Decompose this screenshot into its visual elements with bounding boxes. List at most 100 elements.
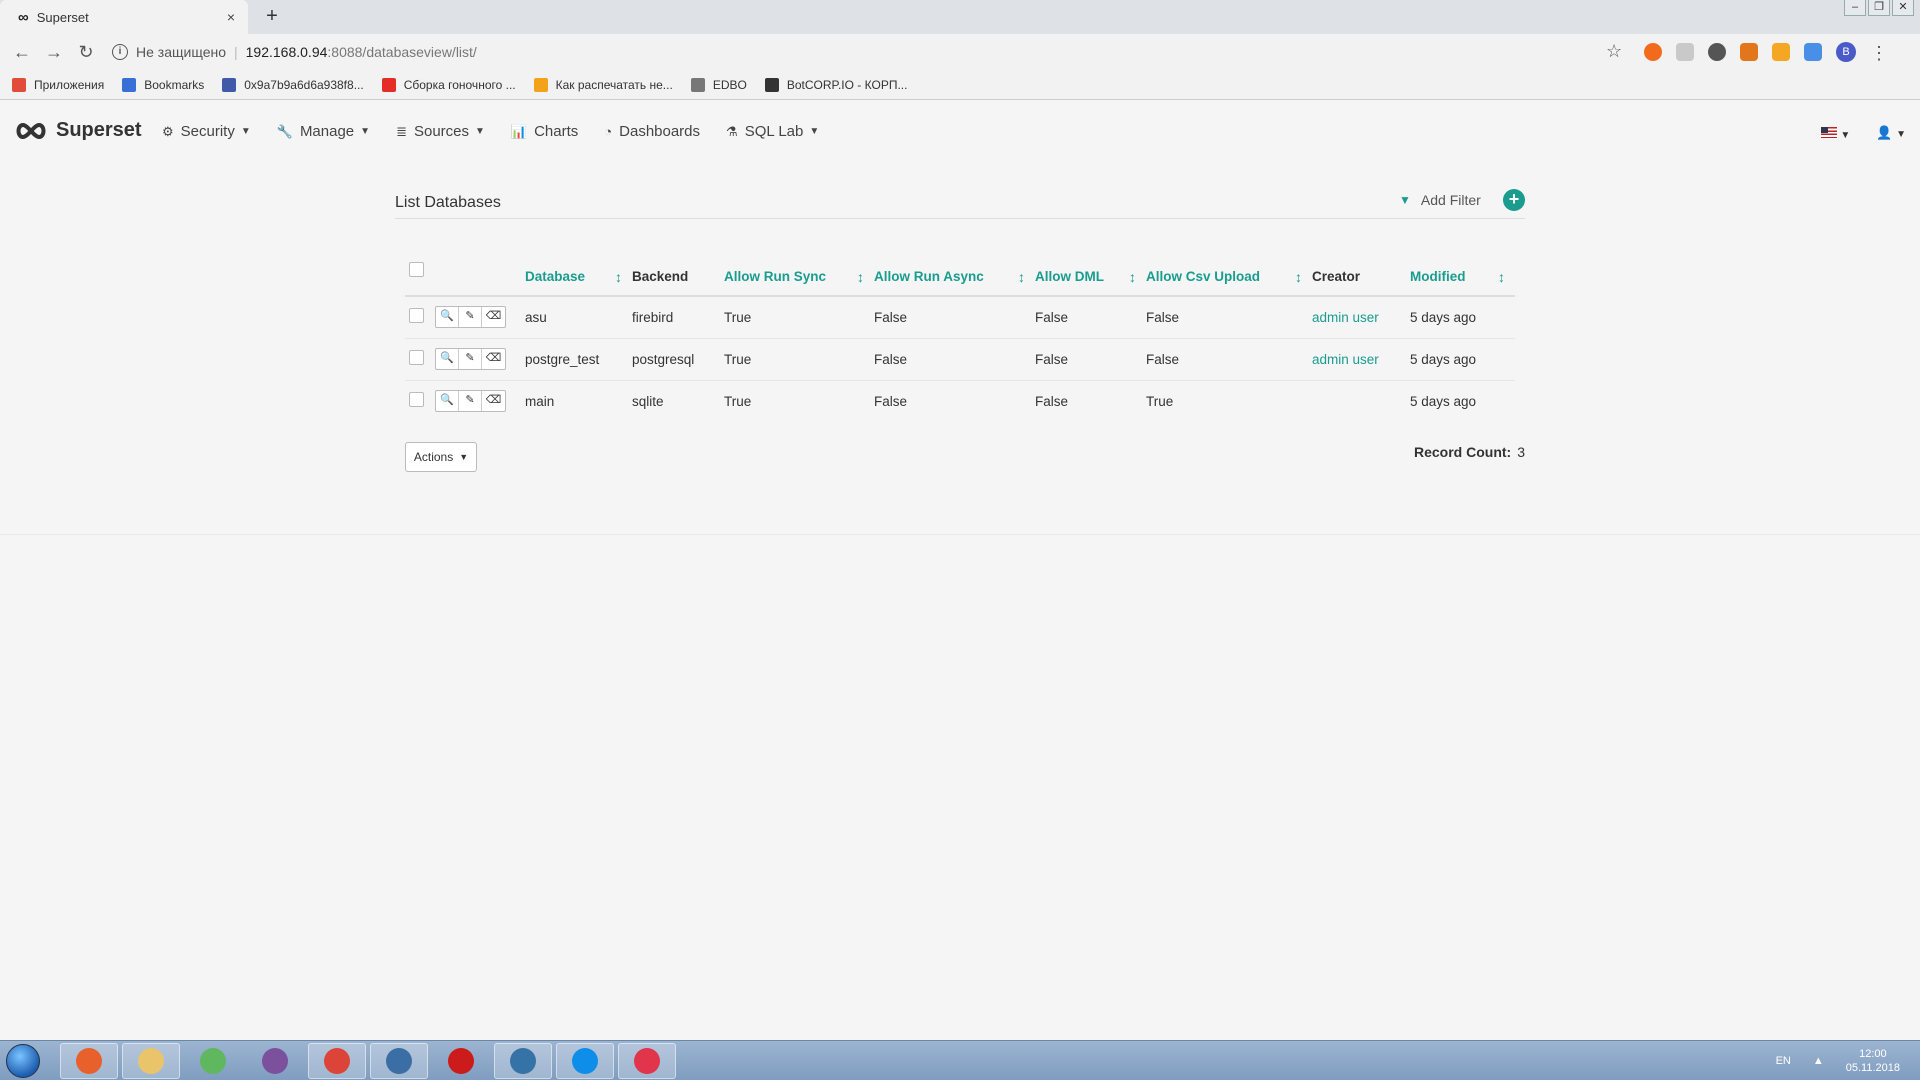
- start-button[interactable]: [6, 1044, 40, 1078]
- taskbar-app-teamviewer[interactable]: [556, 1043, 614, 1079]
- page-icon: [690, 77, 705, 92]
- cell-allow-run-async: False: [874, 393, 908, 409]
- close-window-button[interactable]: ✕: [1892, 0, 1914, 16]
- sort-icon[interactable]: ↕: [615, 269, 622, 285]
- language-indicator[interactable]: EN: [1776, 1055, 1791, 1067]
- bookmark-item[interactable]: BotCORP.IO - КОРП...: [764, 77, 907, 92]
- delete-record-eraser-icon[interactable]: ⌫: [482, 391, 505, 411]
- menu-dashboards[interactable]: ◔ Dashboards: [604, 123, 700, 140]
- tab-close-button[interactable]: ×: [220, 9, 242, 25]
- new-tab-button[interactable]: +: [260, 5, 284, 29]
- column-header-allow-csv-upload[interactable]: Allow Csv Upload ↕: [1146, 258, 1312, 297]
- column-header-allow-dml[interactable]: Allow DML ↕: [1035, 258, 1146, 297]
- extension-chart-icon[interactable]: [1772, 43, 1790, 61]
- edit-record-icon[interactable]: ✎: [459, 391, 482, 412]
- bookmark-item[interactable]: Приложения: [12, 77, 104, 92]
- edit-record-icon[interactable]: ✎: [459, 349, 482, 369]
- row-checkbox[interactable]: [409, 392, 424, 408]
- show-record-search-icon[interactable]: 🔍: [436, 307, 459, 328]
- bookmark-label: Сборка гоночного ...: [403, 77, 516, 92]
- taskbar-app-opera[interactable]: [432, 1043, 490, 1079]
- language-selector[interactable]: ▼: [1820, 126, 1850, 141]
- taskbar-app-python[interactable]: [494, 1043, 552, 1079]
- taskbar-app-chrome[interactable]: [308, 1043, 366, 1079]
- bot-icon: [764, 77, 779, 92]
- extension-blue-icon[interactable]: [1804, 43, 1822, 61]
- back-arrow-icon[interactable]: ←: [6, 42, 38, 63]
- browser-tab[interactable]: ∞ Superset ×: [0, 0, 248, 34]
- bookmark-star-icon[interactable]: ☆: [1606, 41, 1622, 62]
- sort-icon[interactable]: ↕: [1129, 269, 1136, 285]
- extension-grey-icon[interactable]: [1676, 43, 1694, 61]
- taskbar-app-file-explorer[interactable]: [122, 1043, 180, 1079]
- column-header-allow-run-async[interactable]: Allow Run Async ↕: [874, 258, 1035, 297]
- show-record-search-icon[interactable]: 🔍: [436, 391, 459, 412]
- column-label: Allow DML: [1035, 268, 1104, 284]
- delete-record-eraser-icon[interactable]: ⌫: [482, 349, 505, 369]
- wrench-icon: 🔧: [276, 123, 293, 139]
- menu-label: SQL Lab: [744, 123, 804, 140]
- sort-icon[interactable]: ↕: [857, 269, 864, 285]
- column-header-database[interactable]: Database ↕: [525, 258, 632, 297]
- list-databases-panel: List Databases ▼ Add Filter + Database ↕ …: [395, 186, 1525, 486]
- column-label: Allow Run Async: [874, 268, 984, 284]
- extension-icons: B ⋮: [1644, 42, 1888, 63]
- tray-expand-icon[interactable]: ▲: [1813, 1055, 1824, 1067]
- cell-allow-csv-upload: False: [1146, 338, 1312, 381]
- select-all-checkbox[interactable]: [409, 262, 424, 277]
- sort-icon[interactable]: ↕: [1295, 269, 1302, 285]
- apps-grid-icon: [12, 77, 26, 92]
- taskbar-app-viber[interactable]: [246, 1043, 304, 1079]
- cogs-icon: ⚙: [162, 123, 174, 139]
- cell-allow-dml: False: [1035, 338, 1146, 381]
- extension-sync-icon[interactable]: [1708, 43, 1726, 61]
- bookmark-item[interactable]: EDBO: [690, 77, 747, 92]
- show-record-search-icon[interactable]: 🔍: [436, 349, 459, 369]
- add-record-button[interactable]: +: [1503, 189, 1525, 211]
- taskbar-app-firefox[interactable]: [60, 1043, 118, 1079]
- column-header-modified[interactable]: Modified ↕: [1410, 258, 1515, 297]
- taskbar-app-remote-desktop[interactable]: [370, 1043, 428, 1079]
- menu-security[interactable]: ⚙ Security ▼: [162, 123, 251, 140]
- user-menu[interactable]: 👤 ▼: [1876, 125, 1906, 141]
- extension-metamask-icon[interactable]: [1740, 43, 1758, 61]
- reload-icon[interactable]: ↻: [70, 42, 102, 63]
- cell-creator[interactable]: [1312, 380, 1410, 422]
- bar-chart-icon: 📊: [510, 123, 528, 139]
- clock[interactable]: 12:00 05.11.2018: [1846, 1047, 1900, 1075]
- menu-sources[interactable]: ≣ Sources ▼: [396, 123, 485, 140]
- bookmark-item[interactable]: Как распечатать не...: [533, 77, 673, 92]
- edit-record-icon[interactable]: ✎: [459, 307, 482, 328]
- cell-creator[interactable]: admin user: [1312, 338, 1410, 381]
- minimize-button[interactable]: –: [1844, 0, 1866, 16]
- menu-charts[interactable]: 📊 Charts: [511, 123, 578, 140]
- browser-menu-icon[interactable]: ⋮: [1870, 43, 1888, 63]
- menu-manage[interactable]: 🔧 Manage ▼: [277, 123, 370, 140]
- sort-icon[interactable]: ↕: [1498, 269, 1505, 285]
- sort-icon[interactable]: ↕: [1018, 269, 1025, 285]
- maximize-button[interactable]: ❐: [1868, 0, 1890, 16]
- bookmark-item[interactable]: Bookmarks: [122, 77, 204, 92]
- column-header-creator: Creator: [1312, 258, 1410, 297]
- profile-avatar[interactable]: B: [1836, 42, 1856, 62]
- bookmark-item[interactable]: 0x9a7b9a6d6a938f8...: [222, 77, 364, 92]
- extension-orange-icon[interactable]: [1644, 43, 1662, 61]
- cell-modified: 5 days ago: [1410, 296, 1515, 339]
- info-icon[interactable]: i: [112, 44, 128, 60]
- row-checkbox[interactable]: [409, 350, 424, 365]
- bookmark-item[interactable]: Сборка гоночного ...: [381, 77, 516, 92]
- forward-arrow-icon[interactable]: →: [38, 42, 70, 63]
- taskbar-app-screen-recorder[interactable]: [618, 1043, 676, 1079]
- add-filter-button[interactable]: ▼ Add Filter: [1399, 192, 1481, 208]
- actions-dropdown-button[interactable]: Actions ▼: [405, 442, 477, 472]
- delete-record-eraser-icon[interactable]: ⌫: [482, 307, 505, 327]
- address-bar[interactable]: i Не защищено | 192.168.0.94:8088/databa…: [112, 38, 1632, 66]
- taskbar-app-network-app[interactable]: [184, 1043, 242, 1079]
- row-select-cell: [405, 380, 435, 422]
- cell-creator[interactable]: admin user: [1312, 296, 1410, 339]
- column-header-allow-run-sync[interactable]: Allow Run Sync ↕: [724, 258, 874, 297]
- superset-brand[interactable]: Superset: [14, 119, 142, 142]
- row-actions-cell: 🔍 ✎ ⌫: [435, 380, 525, 422]
- menu-sql-lab[interactable]: ⚗ SQL Lab ▼: [726, 123, 819, 140]
- row-checkbox[interactable]: [409, 308, 424, 324]
